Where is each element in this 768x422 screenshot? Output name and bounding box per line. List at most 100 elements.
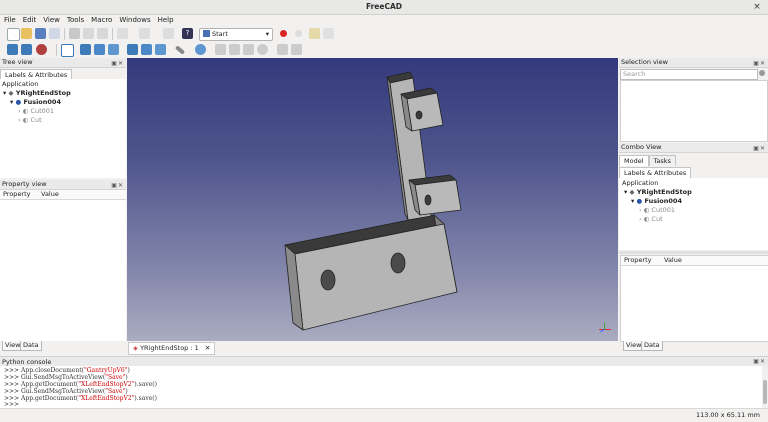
tree-item-fusion[interactable]: ▾ ● Fusion004 — [631, 197, 682, 205]
console-line: >>> App.closeDocument("GantryUpV6") — [4, 367, 130, 374]
macro-record-icon[interactable] — [280, 30, 287, 37]
window-title: FreeCAD — [365, 2, 403, 11]
part-model[interactable] — [127, 58, 618, 341]
isometric-view-icon[interactable] — [61, 44, 74, 57]
measure-distance-icon[interactable] — [174, 45, 186, 55]
forward-icon[interactable] — [229, 44, 240, 55]
console-line: >>> Gui.SendMsgToActiveView("Save") — [4, 374, 128, 381]
status-dimensions: 113.00 x 65.11 mm — [695, 411, 760, 419]
document-icon: ◆ — [8, 89, 16, 97]
bottom-view-icon[interactable] — [141, 44, 152, 55]
selection-search-input[interactable]: Search — [620, 69, 758, 80]
axis-cross-icon — [598, 323, 612, 335]
property-view-title: Property view — [2, 180, 47, 188]
tree-item-cut001[interactable]: › ◐ Cut001 — [639, 206, 675, 214]
selection-list[interactable] — [620, 80, 768, 142]
new-document-icon[interactable] — [7, 28, 20, 41]
console-line: >>> App.getDocument("XLeftEndStopV2").sa… — [4, 395, 157, 402]
combo-view-title: Combo View — [621, 143, 662, 151]
property-col-header: Property — [624, 256, 652, 264]
document-tab-label: YRightEndStop : 1 — [140, 344, 199, 352]
fit-all-icon[interactable] — [7, 44, 18, 55]
search-placeholder: Search — [623, 70, 646, 78]
print-icon[interactable] — [69, 28, 80, 39]
menu-view[interactable]: View — [39, 15, 63, 26]
tree-item-fusion[interactable]: ▾ ● Fusion004 — [10, 98, 61, 106]
refresh-icon[interactable] — [163, 28, 174, 39]
dock-buttons-icon[interactable]: ▣✕ — [753, 358, 766, 365]
close-tab-icon[interactable]: ✕ — [205, 344, 210, 352]
tree-item-cut001[interactable]: › ◐ Cut001 — [18, 107, 54, 115]
reload-icon[interactable] — [243, 44, 254, 55]
front-view-icon[interactable] — [80, 44, 91, 55]
tab-labels-attributes[interactable]: Labels & Attributes — [619, 167, 692, 178]
zoom-out-icon[interactable] — [291, 44, 302, 55]
workbench-selector[interactable]: Start ▾ — [199, 28, 273, 41]
console-prompt[interactable]: >>> — [4, 401, 19, 408]
3d-viewport[interactable] — [127, 58, 618, 341]
menu-edit[interactable]: Edit — [19, 15, 40, 26]
draw-style-icon[interactable] — [36, 44, 47, 55]
macro-edit-icon[interactable] — [309, 28, 320, 39]
macro-run-icon[interactable] — [323, 28, 334, 39]
value-col-header: Value — [664, 256, 682, 264]
selection-view-title: Selection view — [621, 58, 668, 66]
console-line: >>> Gui.SendMsgToActiveView("Save") — [4, 388, 128, 395]
tree-item-cut[interactable]: › ◐ Cut — [639, 215, 663, 223]
tree-item-cut[interactable]: › ◐ Cut — [18, 116, 42, 124]
tab-data[interactable]: Data — [641, 341, 663, 351]
property-col-header: Property — [3, 190, 31, 198]
tree-item-document[interactable]: ▾ ◆ YRightEndStop — [3, 89, 71, 97]
value-col-header: Value — [41, 190, 59, 198]
right-view-icon[interactable] — [108, 44, 119, 55]
menu-file[interactable]: File — [0, 15, 19, 26]
tree-view-tabs: Labels & Attributes — [0, 69, 126, 80]
menu-help[interactable]: Help — [154, 15, 177, 26]
fit-selection-icon[interactable] — [21, 44, 32, 55]
tab-model[interactable]: Model — [619, 155, 649, 166]
splitter-handle[interactable] — [619, 251, 768, 254]
top-view-icon[interactable] — [94, 44, 105, 55]
tree-view-header: Tree view ▣✕ — [0, 58, 126, 68]
selection-view-header: Selection view ▣✕ — [619, 58, 768, 68]
macro-stop-icon[interactable] — [295, 30, 302, 37]
main-toolbar: ? Start ▾ — [0, 26, 768, 42]
open-icon[interactable] — [21, 28, 32, 39]
combo-tree: Application ▾ ◆ YRightEndStop ▾ ● Fusion… — [619, 178, 768, 250]
scrollbar-thumb[interactable] — [763, 380, 767, 404]
menu-macro[interactable]: Macro — [87, 15, 115, 26]
combo-view-header: Combo View ▣✕ — [619, 143, 768, 153]
save-as-icon[interactable] — [49, 28, 60, 39]
whats-this-icon[interactable]: ? — [182, 28, 193, 39]
dock-buttons-icon[interactable]: ▣✕ — [753, 59, 766, 68]
zoom-in-icon[interactable] — [277, 44, 288, 55]
paste-icon[interactable] — [97, 28, 108, 39]
tree-item-document[interactable]: ▾ ◆ YRightEndStop — [624, 188, 692, 196]
web-icon[interactable] — [195, 44, 206, 55]
tab-tasks[interactable]: Tasks — [648, 155, 676, 166]
clear-search-icon[interactable] — [759, 70, 765, 76]
console-scrollbar[interactable] — [762, 366, 768, 408]
dock-buttons-icon[interactable]: ▣✕ — [753, 144, 766, 153]
close-window-icon[interactable]: × — [752, 0, 762, 14]
python-console[interactable]: >>> App.closeDocument("GantryUpV6") >>> … — [0, 366, 768, 408]
combo-subtabs: Labels & Attributes — [619, 167, 768, 178]
rear-view-icon[interactable] — [127, 44, 138, 55]
undo-icon[interactable] — [117, 28, 128, 39]
menu-bar: File Edit View Tools Macro Windows Help — [0, 15, 768, 26]
property-view-header: Property view ▣✕ — [0, 180, 126, 190]
dock-buttons-icon[interactable]: ▣✕ — [111, 181, 124, 190]
menu-tools[interactable]: Tools — [63, 15, 87, 26]
stop-icon[interactable] — [257, 44, 268, 55]
back-icon[interactable] — [215, 44, 226, 55]
dock-buttons-icon[interactable]: ▣✕ — [111, 59, 124, 68]
tab-data[interactable]: Data — [20, 341, 42, 351]
property-grid-header: Property Value — [0, 190, 126, 200]
save-icon[interactable] — [35, 28, 46, 39]
left-view-icon[interactable] — [155, 44, 166, 55]
document-tab[interactable]: ◈ YRightEndStop : 1 ✕ — [128, 342, 216, 355]
selection-view-panel: Selection view ▣✕ Search — [619, 58, 768, 142]
redo-icon[interactable] — [139, 28, 150, 39]
menu-windows[interactable]: Windows — [115, 15, 153, 26]
cut-icon[interactable] — [83, 28, 94, 39]
